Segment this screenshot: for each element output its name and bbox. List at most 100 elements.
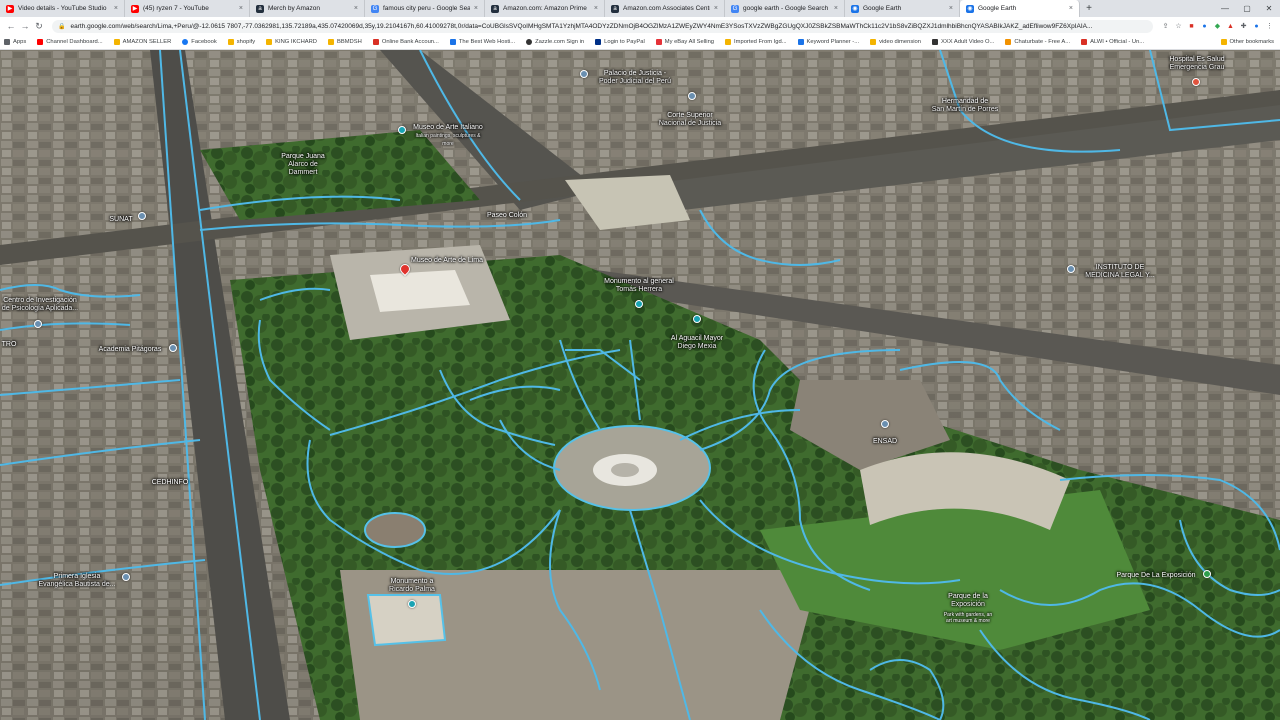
hospital-icon[interactable] <box>1192 78 1200 86</box>
poi-name: SUNAT <box>109 216 133 223</box>
bookmark-item[interactable]: Facebook <box>182 39 217 45</box>
tab-amazon-prime[interactable]: a Amazon.com: Amazon Prime × <box>485 0 605 17</box>
extension-icon[interactable]: ■ <box>1185 20 1198 33</box>
bookmark-label: ALWI • Official - Un... <box>1090 39 1145 45</box>
bookmark-item[interactable]: Login to PayPal <box>595 39 645 45</box>
bookmark-item[interactable]: XXX Adult Video O... <box>931 39 994 45</box>
close-icon[interactable]: × <box>114 5 118 12</box>
close-icon[interactable]: × <box>949 5 953 12</box>
new-tab-button[interactable]: + <box>1080 0 1098 17</box>
poi-label[interactable]: Paseo Colón <box>487 212 527 220</box>
poi-label[interactable]: Hermandad de San Martín de Porres <box>932 98 999 114</box>
poi-label[interactable]: ENSAD <box>873 438 897 446</box>
close-window-icon[interactable]: ✕ <box>1258 0 1280 17</box>
poi-label[interactable]: Museo de Arte de Lima <box>411 257 483 265</box>
close-icon[interactable]: × <box>834 5 838 12</box>
bookmark-item[interactable]: Chaturbate - Free A... <box>1005 39 1070 45</box>
poi-label[interactable]: Hospital Es Salud Emergencia Grau <box>1169 56 1224 72</box>
poi-label[interactable]: Corte Superior Nacional de Justicia <box>659 112 721 128</box>
share-icon[interactable]: ⇪ <box>1159 20 1172 33</box>
bookmark-item[interactable]: ALWI • Official - Un... <box>1081 39 1144 45</box>
tab-google-search-earth[interactable]: Ggoogle earth - Google Search × <box>725 0 845 17</box>
address-bar[interactable]: 🔒 earth.google.com/web/search/Lima,+Peru… <box>52 19 1153 33</box>
monument-icon[interactable] <box>635 300 643 308</box>
close-icon[interactable]: × <box>714 5 718 12</box>
bookmark-label: Imported From Igd... <box>734 39 787 45</box>
poi-label[interactable]: TRO <box>2 341 17 349</box>
poi-label[interactable]: SUNAT <box>109 216 132 224</box>
reload-icon[interactable]: ↻ <box>32 19 46 33</box>
extension-icon[interactable]: ◆ <box>1211 20 1224 33</box>
park-icon[interactable] <box>1203 570 1211 578</box>
back-arrow-icon[interactable]: ← <box>4 19 18 33</box>
poi-label[interactable]: Palacio de Justicia - Poder Judicial del … <box>599 70 671 86</box>
extension-icon[interactable]: ● <box>1198 20 1211 33</box>
poi-label[interactable]: Primera Iglesia Evangélica Bautista de... <box>38 573 115 589</box>
poi-label[interactable]: Parque Juana Alarco de Dammert <box>273 153 333 177</box>
bookmark-item[interactable]: Keyword Planner -... <box>797 39 859 45</box>
bookmark-folder[interactable]: BBMDSH <box>328 39 362 45</box>
tab-merch-by-amazon[interactable]: a Merch by Amazon × <box>250 0 365 17</box>
building-icon[interactable] <box>881 420 889 428</box>
tab-title: Merch by Amazon <box>268 5 321 12</box>
bookmark-item[interactable]: Online Bank Accoun... <box>372 39 439 45</box>
poi-label[interactable]: Al Aguacil Mayor Diego Mexia <box>671 335 723 351</box>
extension-icon[interactable]: ▲ <box>1224 20 1237 33</box>
folder-icon <box>227 39 234 45</box>
poi-label[interactable]: INSTITUTO DE MEDICINA LEGAL Y... <box>1085 264 1155 280</box>
building-icon[interactable] <box>138 212 146 220</box>
monument-icon[interactable] <box>693 315 701 323</box>
bookmark-folder[interactable]: KING IKCHARD <box>266 39 317 45</box>
tab-youtube-studio[interactable]: ▶ Video details - YouTube Studio × <box>0 0 125 17</box>
close-icon[interactable]: × <box>239 5 243 12</box>
close-icon[interactable]: × <box>594 5 598 12</box>
poi-subname: Tomás Herrera <box>615 286 663 293</box>
poi-label[interactable]: Centro de Investigación de Psicología Apl… <box>2 297 78 313</box>
other-bookmarks-folder[interactable]: Other bookmarks <box>1220 39 1274 45</box>
menu-kebab-icon[interactable]: ⋮ <box>1263 20 1276 33</box>
building-icon[interactable] <box>1067 265 1075 273</box>
amazon-icon: a <box>491 4 499 13</box>
museum-icon[interactable] <box>398 126 406 134</box>
bookmark-apps[interactable]: Apps <box>4 39 26 45</box>
bookmark-folder[interactable]: Imported From Igd... <box>725 39 787 45</box>
poi-label[interactable]: Parque De La Exposición <box>1117 572 1196 580</box>
bookmark-item[interactable]: Zazzle.com Sign in <box>526 39 584 45</box>
landmark-icon[interactable] <box>580 70 588 78</box>
tab-google-search-peru[interactable]: Gfamous city peru - Google Search × <box>365 0 485 17</box>
poi-label[interactable]: Parque de la Exposición <box>948 593 988 609</box>
building-icon[interactable] <box>34 320 42 328</box>
poi-label[interactable]: Monumento a Ricardo Palma <box>389 578 435 594</box>
tab-google-earth[interactable]: ◉ Google Earth × <box>845 0 960 17</box>
poi-label[interactable]: Museo de Arte Italiano Italian paintings,… <box>413 124 483 148</box>
monument-icon[interactable] <box>408 600 416 608</box>
bookmark-folder[interactable]: video dimension <box>870 39 921 45</box>
bookmark-star-icon[interactable]: ☆ <box>1172 20 1185 33</box>
poi-subname: Evangélica Bautista de... <box>38 581 116 588</box>
poi-label[interactable]: Monumento al general Tomás Herrera <box>604 278 674 294</box>
extensions-puzzle-icon[interactable]: ✚ <box>1237 20 1250 33</box>
bookmark-folder[interactable]: shopify <box>227 39 255 45</box>
maximize-icon[interactable]: ▢ <box>1236 0 1258 17</box>
building-icon[interactable] <box>169 344 177 352</box>
bookmark-item[interactable]: Channel Dashboard... <box>37 39 103 45</box>
google-earth-3d-view[interactable]: Palacio de Justicia - Poder Judicial del … <box>0 50 1280 720</box>
tab-youtube[interactable]: ▶ (45) ryzen 7 - YouTube × <box>125 0 250 17</box>
church-icon[interactable] <box>122 573 130 581</box>
minimize-icon[interactable]: — <box>1214 0 1236 17</box>
bookmark-folder[interactable]: AMAZON SELLER <box>113 39 171 45</box>
profile-avatar-icon[interactable]: ● <box>1250 20 1263 33</box>
lock-icon: 🔒 <box>58 23 66 30</box>
landmark-icon[interactable] <box>688 92 696 100</box>
poi-label[interactable]: CEDHINFO <box>152 479 189 487</box>
bookmark-item[interactable]: My eBay All Selling <box>655 39 714 45</box>
poi-label[interactable]: Academia Pitágoras <box>99 346 162 354</box>
tab-google-earth-active[interactable]: ◉ Google Earth × <box>960 0 1080 17</box>
tab-amazon-associates[interactable]: a Amazon.com Associates Central × <box>605 0 725 17</box>
close-icon[interactable]: × <box>354 5 358 12</box>
forward-arrow-icon[interactable]: → <box>18 19 32 33</box>
bookmark-item[interactable]: The Best Web Hosti... <box>449 39 515 45</box>
close-icon[interactable]: × <box>474 5 478 12</box>
close-icon[interactable]: × <box>1069 5 1073 12</box>
ebay-icon <box>655 39 662 45</box>
